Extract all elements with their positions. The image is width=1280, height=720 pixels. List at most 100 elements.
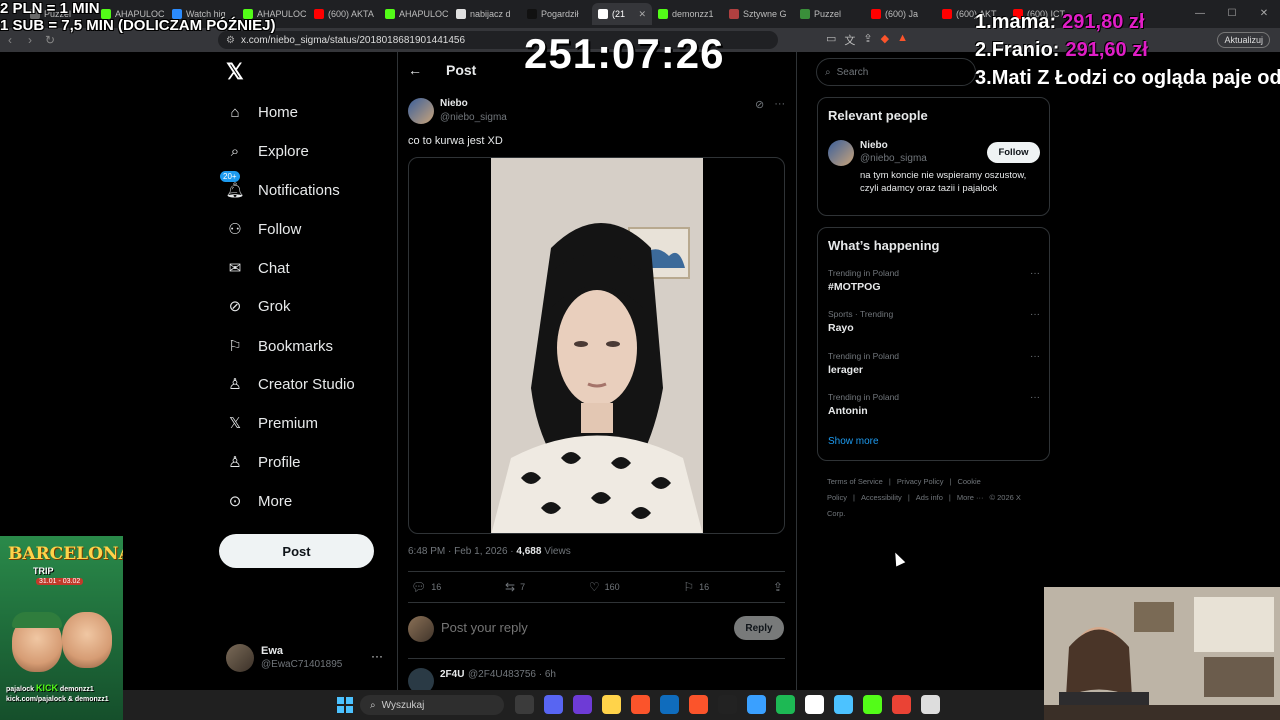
post-top-actions: ⊘ ··· (755, 98, 785, 111)
more-dots-icon[interactable]: ··· (1030, 268, 1040, 279)
rate-line: 2 PLN = 1 MIN (0, 0, 100, 17)
taskbar-app-icon[interactable] (747, 695, 766, 714)
browser-tab[interactable]: (21 ✕ (592, 3, 652, 25)
reply-input[interactable] (441, 620, 691, 635)
taskbar-search[interactable]: ⌕ Wyszukaj (360, 695, 504, 715)
brave-shield-icon[interactable]: ◆ (881, 32, 889, 48)
taskbar-app-icon[interactable] (921, 695, 940, 714)
sidebar-item-home[interactable]: ⌂ Home (226, 100, 298, 124)
forward-icon[interactable]: › (20, 33, 40, 47)
more-dots-icon[interactable]: ··· (774, 98, 785, 111)
browser-tab[interactable]: Sztywne G (723, 3, 794, 25)
browser-tab[interactable]: (600) Ja (865, 3, 936, 25)
translate-icon[interactable]: 文 (844, 32, 855, 48)
show-more-link[interactable]: Show more (828, 436, 879, 447)
grok-icon[interactable]: ⊘ (755, 98, 764, 111)
taskbar-app-icon[interactable] (805, 695, 824, 714)
bookmark-icon: ⚐ (228, 338, 242, 355)
person-add-icon: ⚇ (228, 221, 242, 238)
browser-tab[interactable]: Pogardził (521, 3, 592, 25)
like-button[interactable]: ♡ 160 (589, 580, 620, 594)
taskbar-app-icon[interactable] (631, 695, 650, 714)
repost-button[interactable]: ⇆ 7 (505, 580, 525, 594)
site-info-icon[interactable]: ⚙ (226, 35, 235, 46)
x-logo-icon[interactable]: 𝕏 (226, 61, 246, 83)
back-icon[interactable]: ‹ (0, 33, 20, 47)
post-time: 6:48 PM · Feb 1, 2026 · (408, 546, 514, 557)
trend-item[interactable]: Trending in Poland #MOTPOG ··· (828, 268, 1040, 293)
back-arrow-icon[interactable]: ← (408, 62, 422, 78)
sidebar-item-profile[interactable]: ♙ Profile (226, 450, 300, 474)
author-handle[interactable]: @niebo_sigma (440, 112, 507, 123)
reply-item[interactable]: 2F4U @2F4U483756 · 6h (408, 668, 785, 694)
footer-link[interactable]: Terms of Service (827, 477, 883, 486)
share-icon[interactable]: ⇪ (863, 32, 872, 48)
tab-close-icon[interactable]: ✕ (638, 9, 646, 20)
footer-link[interactable]: Accessibility (861, 493, 902, 502)
tab-favicon-icon (871, 9, 881, 19)
sidebar-item-explore[interactable]: ⌕ Explore (226, 139, 309, 163)
taskbar-app-icon[interactable] (718, 695, 737, 714)
tab-label: (21 (612, 9, 626, 19)
promo-footer: pajalock KICK demonzz1 kick.com/pajalock… (6, 683, 109, 705)
reply-submit-button[interactable]: Reply (734, 616, 784, 640)
more-dots-icon[interactable]: ··· (371, 649, 383, 663)
sidebar-item-label: Bookmarks (258, 337, 334, 355)
taskbar-app-icon[interactable] (863, 695, 882, 714)
more-circle-icon: ⊙ (228, 493, 242, 510)
tab-label: Puzzel (814, 9, 842, 19)
sidebar-item-more[interactable]: ⊙ More (226, 489, 292, 513)
footer-link[interactable]: More ··· (957, 493, 984, 502)
footer-link[interactable]: Privacy Policy (897, 477, 944, 486)
more-dots-icon[interactable]: ··· (1030, 309, 1040, 320)
browser-tab[interactable]: demonzz1 (652, 3, 723, 25)
taskbar-app-icon[interactable] (776, 695, 795, 714)
taskbar-app-icon[interactable] (689, 695, 708, 714)
taskbar-app-icon[interactable] (834, 695, 853, 714)
avatar[interactable] (828, 140, 854, 166)
sidebar-item-bookmarks[interactable]: ⚐ Bookmarks (226, 334, 333, 358)
browser-tab[interactable]: AHAPULOC (379, 3, 450, 25)
account-switcher[interactable]: Ewa @EwaC71401895 ··· (226, 644, 386, 674)
sidebar-item-creator-studio[interactable]: ♙ Creator Studio (226, 372, 354, 396)
browser-tab[interactable]: (600) AKTA (308, 3, 379, 25)
taskbar-app-icon[interactable] (602, 695, 621, 714)
share-button[interactable]: ⇪ (773, 580, 783, 594)
reload-icon[interactable]: ↻ (40, 33, 60, 47)
cast-icon[interactable]: ▭ (826, 32, 836, 48)
taskbar-app-icon[interactable] (573, 695, 592, 714)
start-button[interactable] (337, 697, 353, 713)
footer-link[interactable]: Ads info (916, 493, 943, 502)
sidebar-item-premium[interactable]: 𝕏 Premium (226, 411, 318, 435)
rewards-icon[interactable]: ▲ (897, 32, 908, 48)
sidebar-item-follow[interactable]: ⚇ Follow (226, 217, 301, 241)
person-name[interactable]: Niebo (860, 140, 888, 151)
trend-item[interactable]: Trending in Poland lerager ··· (828, 351, 1040, 376)
search-bar[interactable]: ⌕ Search (816, 58, 976, 86)
reply-count: 16 (431, 582, 442, 592)
author-name[interactable]: Niebo (440, 98, 468, 109)
taskbar-app-icon[interactable] (660, 695, 679, 714)
footer-separator: | (949, 477, 952, 486)
browser-tab[interactable]: nabijacz d (450, 3, 521, 25)
reply-button[interactable]: 💬︎ 16 (411, 580, 441, 594)
sidebar-item-grok[interactable]: ⊘ Grok (226, 294, 291, 318)
donor-name: Franio: (991, 39, 1060, 61)
sidebar-item-notifications[interactable]: 🔔︎ 20+ Notifications (220, 171, 340, 202)
more-dots-icon[interactable]: ··· (1030, 351, 1040, 362)
taskbar-app-icon[interactable] (544, 695, 563, 714)
compose-post-button[interactable]: Post (219, 534, 374, 568)
taskbar-app-icon[interactable] (892, 695, 911, 714)
follow-button[interactable]: Follow (987, 142, 1040, 163)
more-dots-icon[interactable]: ··· (1030, 392, 1040, 403)
bookmark-button[interactable]: ⚐ 16 (683, 580, 709, 594)
browser-tab[interactable]: Puzzel (794, 3, 865, 25)
taskbar-app-icon[interactable] (515, 695, 534, 714)
notification-badge: 20+ (220, 171, 240, 182)
trend-item[interactable]: Sports · Trending Rayo ··· (828, 309, 1040, 334)
sidebar-item-chat[interactable]: ✉ Chat (226, 256, 290, 280)
screen: Puzzel AHAPULOC Watch hig AHAPULOC (600) AKT… (0, 0, 1280, 720)
post-video[interactable] (408, 157, 785, 534)
author-avatar[interactable] (408, 98, 434, 124)
trend-item[interactable]: Trending in Poland Antonin ··· (828, 392, 1040, 417)
